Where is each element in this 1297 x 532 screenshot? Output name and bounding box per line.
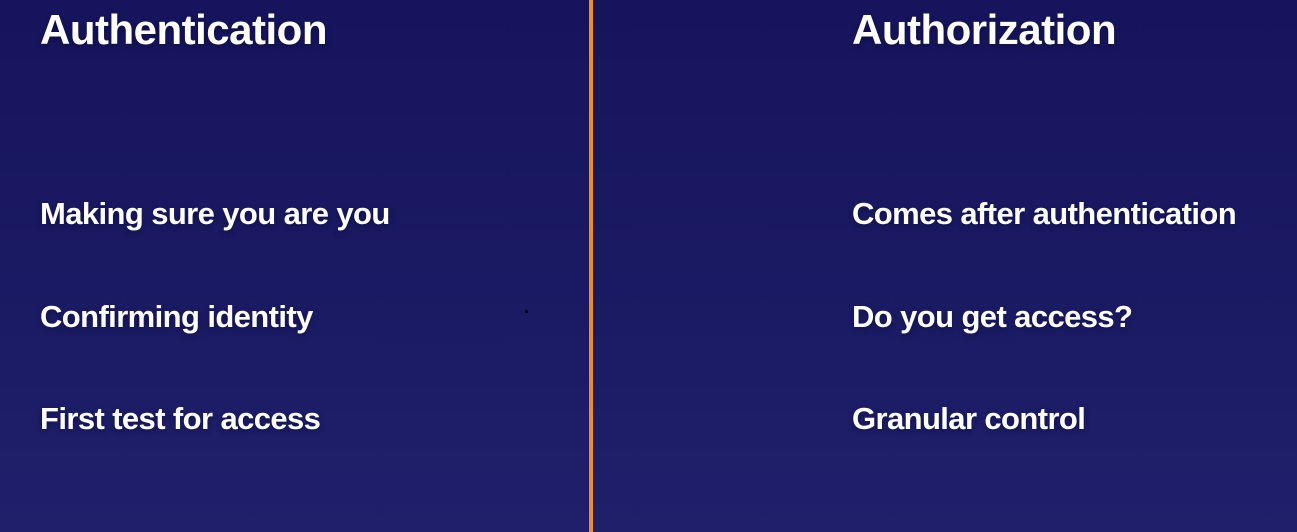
authorization-point: Do you get access? <box>852 299 1133 334</box>
authentication-heading: Authentication <box>40 6 327 53</box>
authorization-column: Authorization Comes after authentication… <box>852 0 1297 532</box>
authorization-point: Comes after authentication <box>852 196 1237 231</box>
authentication-point: Making sure you are you <box>40 196 390 231</box>
column-divider <box>589 0 593 532</box>
authentication-point: First test for access <box>40 401 321 436</box>
authentication-point: Confirming identity <box>40 299 313 334</box>
slide: Authentication Making sure you are you C… <box>0 0 1297 532</box>
authorization-heading: Authorization <box>852 6 1117 53</box>
authentication-column: Authentication Making sure you are you C… <box>40 0 580 532</box>
cursor-dot <box>525 310 528 313</box>
authorization-point: Granular control <box>852 401 1086 436</box>
